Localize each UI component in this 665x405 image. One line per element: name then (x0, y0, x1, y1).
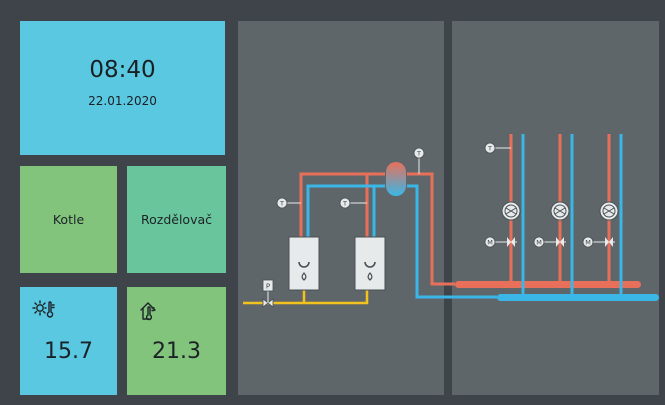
gas-pipes (243, 290, 369, 305)
mixing-valve-label: M (585, 239, 591, 247)
hot-water-collector (455, 281, 641, 288)
thermometer-label: T (487, 145, 492, 153)
hydraulic-separator (386, 162, 406, 196)
mixing-valve-label: M (487, 239, 493, 247)
boiler-2-icon (354, 236, 386, 291)
boiler-1-icon (288, 236, 320, 291)
thermometer-label: T (416, 150, 421, 158)
hydraulic-schema: P T T T T M M M (243, 134, 659, 308)
thermometer-label: T (279, 200, 284, 208)
mixing-valve-label: M (536, 239, 542, 247)
circulation-pump-icon (501, 201, 521, 221)
cold-water-collector (497, 294, 659, 301)
circulation-pump-icon (599, 201, 619, 221)
thermometer-label: T (342, 200, 347, 208)
gas-pressure-label: P (266, 283, 270, 291)
circulation-pump-icon (550, 201, 570, 221)
